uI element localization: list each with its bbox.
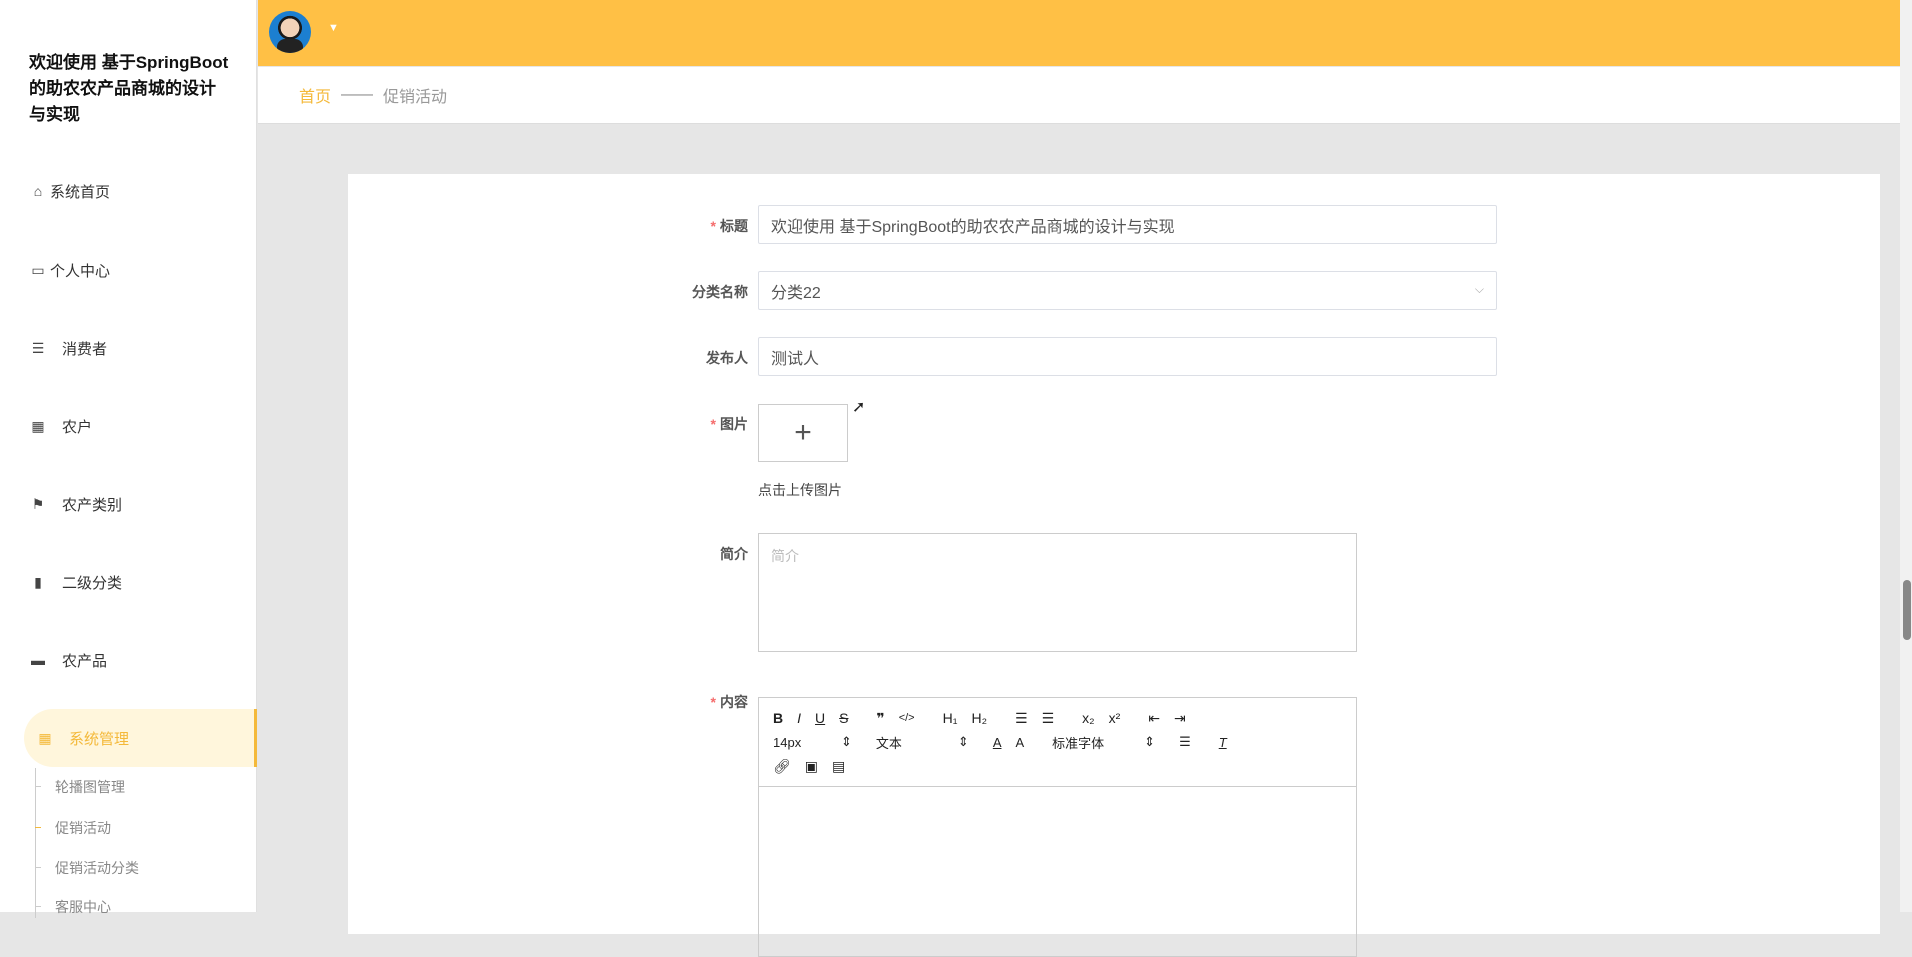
category-select[interactable]: 分类22 ⌵ — [758, 271, 1497, 310]
sidebar-item-consumers[interactable]: ☰ 消费者 — [0, 323, 257, 373]
select-arrows-icon: ⇕ — [1144, 734, 1156, 749]
breadcrumb-current: 促销活动 — [383, 89, 448, 106]
font-family-select[interactable]: 标准字体 — [1052, 733, 1132, 752]
caret-down-icon[interactable]: ▼ — [328, 22, 339, 34]
font-color-icon[interactable]: A — [993, 735, 1002, 750]
title-label: * 标题 — [710, 218, 748, 234]
italic-icon[interactable]: I — [797, 710, 801, 726]
category-label: 分类名称 — [692, 284, 748, 300]
flag-icon: ⚑ — [31, 495, 45, 512]
editor-toolbar: B I U S ❞ </> H₁ H₂ ☰ ☰ x₂ x² ⇤ ⇥ 14px ⇕ … — [759, 698, 1356, 787]
bold-icon[interactable]: B — [773, 710, 783, 726]
superscript-icon[interactable]: x² — [1109, 710, 1121, 726]
breadcrumb: 首页 —— 促销活动 — [258, 67, 1900, 124]
sidebar-item-label: 个人中心 — [50, 262, 111, 280]
scrollbar-thumb[interactable] — [1903, 580, 1911, 640]
sidebar-item-home[interactable]: ⌂ 系统首页 — [0, 166, 257, 216]
submenu-promotions[interactable]: 促销活动 — [55, 818, 111, 838]
sidebar-item-label: 系统首页 — [50, 183, 111, 201]
grid-icon: ▦ — [38, 729, 52, 746]
sidebar-item-label: 消费者 — [62, 340, 108, 358]
ordered-list-icon[interactable]: ☰ — [1015, 710, 1028, 727]
list-icon: ☰ — [31, 339, 45, 356]
sidebar-item-label: 二级分类 — [62, 574, 123, 592]
sidebar-item-label: 农产品 — [62, 652, 108, 670]
quote-icon[interactable]: ❞ — [876, 710, 884, 727]
strike-icon[interactable]: S — [839, 710, 848, 726]
upload-tip: 点击上传图片 — [758, 482, 842, 498]
breadcrumb-separator: —— — [341, 86, 374, 103]
select-arrows-icon: ⇕ — [841, 734, 852, 749]
bar-chart-icon: ▮ — [34, 573, 42, 590]
background-color-icon[interactable]: A — [1015, 735, 1024, 750]
avatar[interactable] — [269, 11, 311, 53]
sidebar-item-label: 农产类别 — [62, 496, 123, 514]
sidebar-item-products[interactable]: ▬ 农产品 — [0, 635, 257, 685]
h1-icon[interactable]: H₁ — [943, 710, 958, 726]
sidebar-item-farmers[interactable]: ▦ 农户 — [0, 401, 257, 451]
link-icon[interactable]: 🔗︎ — [773, 758, 791, 775]
sidebar-item-categories[interactable]: ⚑ 农产类别 — [0, 479, 257, 529]
clear-format-icon[interactable]: T — [1219, 735, 1227, 750]
outdent-icon[interactable]: ⇤ — [1148, 710, 1160, 727]
heading-select[interactable]: 文本 — [876, 733, 946, 752]
title-input[interactable]: 欢迎使用 基于SpringBoot的助农农产品商城的设计与实现 — [758, 205, 1497, 244]
code-icon[interactable]: </> — [899, 712, 915, 724]
rich-text-editor[interactable]: B I U S ❞ </> H₁ H₂ ☰ ☰ x₂ x² ⇤ ⇥ 14px ⇕ … — [758, 697, 1357, 957]
image-icon[interactable]: ▣ — [805, 758, 818, 775]
sidebar-item-label: 农户 — [62, 418, 93, 436]
category-value: 分类22 — [771, 284, 821, 302]
select-arrows-icon: ⇕ — [957, 734, 969, 749]
align-icon[interactable]: ☰ — [1179, 734, 1191, 750]
breadcrumb-home[interactable]: 首页 — [299, 83, 331, 107]
submenu-line — [35, 768, 36, 918]
grid-icon: ▦ — [31, 417, 45, 434]
publisher-label: 发布人 — [706, 350, 748, 366]
sidebar-item-system[interactable]: ▦ 系统管理 — [24, 709, 257, 767]
card-icon: ▭ — [31, 261, 45, 278]
font-size-select[interactable]: 14px — [773, 735, 833, 750]
sidebar-item-subcategories[interactable]: ▮ 二级分类 — [0, 557, 257, 607]
image-label: * 图片 — [710, 416, 748, 432]
intro-textarea[interactable]: 简介 — [758, 533, 1357, 652]
chevron-down-icon: ⌵ — [1474, 282, 1484, 296]
submenu-customer-service[interactable]: 客服中心 — [55, 897, 111, 917]
form-card: * 标题 欢迎使用 基于SpringBoot的助农农产品商城的设计与实现 分类名称… — [348, 174, 1880, 957]
submenu-promotion-categories[interactable]: 促销活动分类 — [55, 858, 139, 878]
submenu-carousel[interactable]: 轮播图管理 — [55, 777, 125, 797]
intro-label: 简介 — [720, 546, 748, 562]
sidebar-item-label: 系统管理 — [69, 730, 130, 748]
sidebar-item-profile[interactable]: ▭ 个人中心 — [0, 245, 257, 295]
subscript-icon[interactable]: x₂ — [1082, 710, 1094, 726]
mouse-cursor: ➚ — [852, 399, 866, 416]
content-label: * 内容 — [710, 694, 748, 710]
h2-icon[interactable]: H₂ — [971, 710, 987, 726]
bullet-list-icon[interactable]: ☰ — [1042, 710, 1055, 727]
top-bar: ▼ — [258, 0, 1900, 66]
plus-icon: + — [794, 416, 812, 449]
shop-icon: ▬ — [31, 652, 45, 668]
sidebar: 欢迎使用 基于SpringBoot的助农农产品商城的设计与实现 ⌂ 系统首页 ▭ 个… — [0, 0, 257, 918]
underline-icon[interactable]: U — [815, 710, 825, 726]
indent-icon[interactable]: ⇥ — [1174, 710, 1186, 727]
app-title: 欢迎使用 基于SpringBoot的助农农产品商城的设计与实现 — [29, 53, 229, 124]
scrollbar[interactable] — [1900, 0, 1912, 912]
video-icon[interactable]: ▤ — [832, 758, 845, 775]
home-icon: ⌂ — [33, 183, 43, 199]
upload-button[interactable]: + — [758, 404, 848, 462]
publisher-input[interactable]: 测试人 — [758, 337, 1497, 376]
